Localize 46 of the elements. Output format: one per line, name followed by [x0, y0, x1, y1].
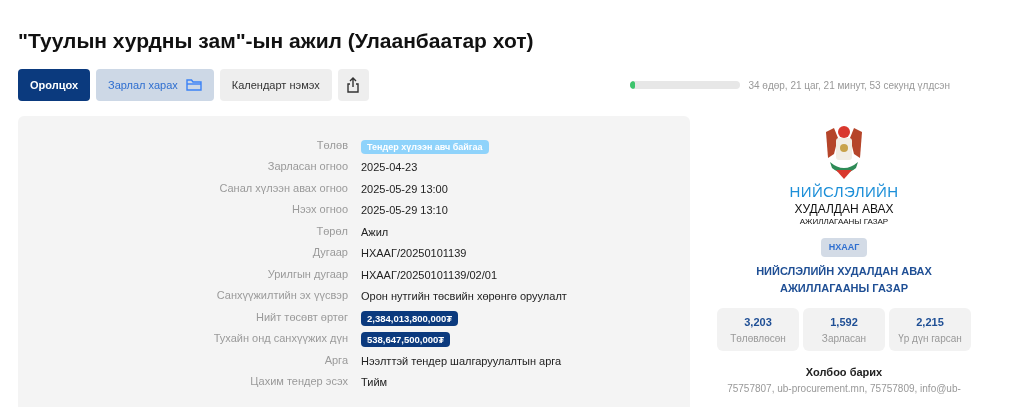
logo-text: ХУДАЛДАН АВАХ — [794, 201, 894, 217]
folder-icon — [185, 78, 202, 92]
share-button[interactable] — [337, 69, 369, 101]
detail-label: Дугаар — [311, 245, 348, 260]
detail-value: НХААГ/20250101139 — [361, 247, 467, 260]
stat-value: 2,215 — [916, 315, 944, 330]
detail-value: Тийм — [361, 376, 388, 389]
detail-label: Цахим тендер эсэх — [249, 374, 348, 389]
page-title: "Туулын хурдны зам"-ын ажил (Улаанбаатар хот) — [18, 30, 535, 51]
org-name: НИЙСЛЭЛИЙН ХУДАЛДАН АВАХ АЖИЛЛАГААНЫ ГАЗАР — [755, 264, 933, 297]
detail-value: Орон нутгийн төсвийн хөрөнгө оруулалт — [361, 290, 567, 303]
amount-badge: 538,647,500,000₮ — [361, 332, 451, 348]
stat-label: Зарласан — [821, 331, 867, 346]
detail-value: 2025-05-29 13:10 — [361, 204, 448, 217]
participate-button[interactable]: Оролцох — [18, 69, 91, 101]
view-announcement-button[interactable]: Зарлал харах — [96, 69, 214, 101]
detail-label: Арга — [323, 352, 348, 368]
detail-value: НХААГ/20250101139/02/01 — [361, 268, 498, 281]
logo-text: НИЙСЛЭЛИЙН — [789, 183, 899, 202]
amount-badge: 2,384,013,800,000₮ — [361, 310, 459, 326]
detail-label: Урилгын дугаар — [266, 266, 348, 282]
detail-label: Санал хүлээн авах огноо — [218, 180, 348, 196]
contact-text: 75757807, ub-procurement.mn, 75757809, info@ub- — [727, 381, 961, 396]
logo-text: АЖИЛЛАГААНЫ ГАЗАР — [799, 216, 889, 227]
detail-label: Зарласан огноо — [266, 159, 348, 174]
stat-value: 1,592 — [830, 315, 858, 330]
countdown-text: 34 өдөр, 21 цаг, 21 минут, 53 секунд үлдсэн — [748, 78, 950, 93]
share-icon — [346, 77, 361, 93]
detail-value: Нээлттэй тендер шалгаруулалтын арга — [361, 354, 562, 367]
stat-label: Төлөвлөсөн — [730, 331, 786, 346]
stat-label: Үр дүн гарсан — [898, 331, 962, 346]
detail-label: Төрөл — [315, 223, 348, 239]
status-badge: Тендер хүлээн авч байгаа — [361, 139, 489, 154]
detail-label: Төлөв — [315, 137, 348, 153]
detail-label: Нийт төсөвт өртөг — [255, 309, 348, 325]
detail-label: Нээх огноо — [290, 202, 348, 217]
detail-value: Ажил — [361, 225, 389, 238]
add-to-calendar-button[interactable]: Календарт нэмэх — [219, 69, 332, 101]
detail-value: 2025-05-29 13:00 — [361, 182, 448, 195]
detail-value: 2025-04-23 — [361, 161, 418, 174]
contact-title: Холбоо барих — [805, 365, 883, 381]
org-abbreviation-badge: НХААГ — [820, 237, 868, 258]
emblem-drawing — [824, 124, 864, 180]
detail-label: Тухайн онд санхүүжих дүн — [212, 331, 348, 346]
stat-value: 3,203 — [744, 315, 772, 330]
detail-label: Санхүүжилтийн эх үүсвэр — [215, 288, 348, 303]
